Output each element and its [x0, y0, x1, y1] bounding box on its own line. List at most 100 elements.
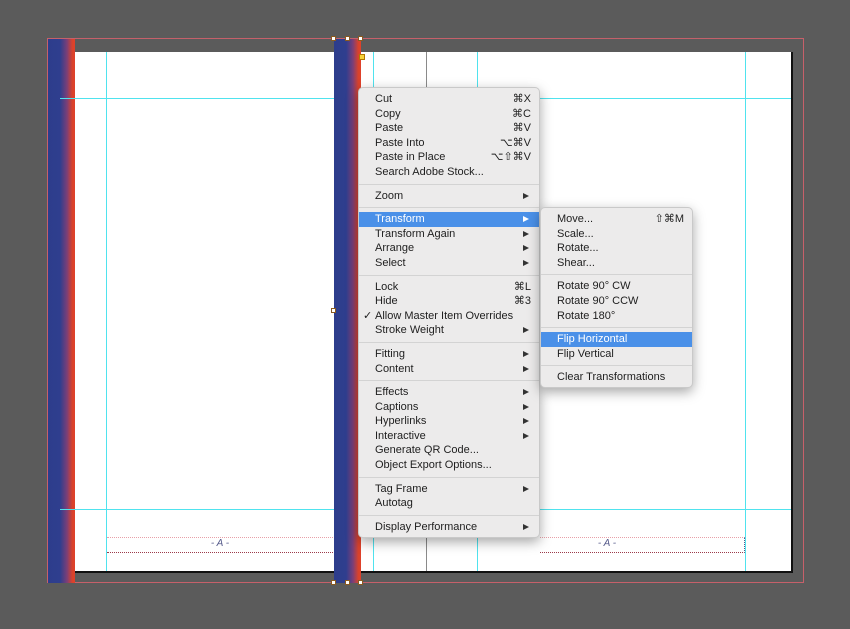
submenu-item-rotate-180[interactable]: Rotate 180° — [541, 309, 692, 324]
handle-top-right[interactable] — [358, 36, 363, 41]
menu-separator — [359, 476, 539, 478]
menu-separator — [359, 183, 539, 185]
menu-item-label: Object Export Options... — [375, 459, 492, 472]
right-page-top-guide — [540, 98, 791, 99]
menu-item-label: Clear Transformations — [557, 371, 666, 384]
menu-separator — [359, 514, 539, 516]
submenu-item-scale[interactable]: Scale... — [541, 227, 692, 242]
left-page-bottom-guide — [60, 509, 334, 510]
menu-item-label: Generate QR Code... — [375, 444, 479, 457]
submenu-arrow-icon — [523, 403, 529, 410]
menu-item-captions[interactable]: Captions — [359, 400, 539, 415]
menu-item-label: Rotate 180° — [557, 309, 616, 322]
content-grabber-handle[interactable] — [359, 54, 365, 60]
left-page[interactable] — [75, 52, 334, 571]
submenu-item-rotate[interactable]: Rotate... — [541, 241, 692, 256]
menu-separator — [359, 380, 539, 382]
right-page-shadow — [361, 571, 793, 573]
checkmark-icon: ✓ — [363, 309, 373, 322]
menu-item-label: Lock — [375, 280, 399, 293]
menu-item-paste-in-place[interactable]: Paste in Place ⌥⇧⌘V — [359, 150, 539, 165]
handle-middle-left[interactable] — [331, 308, 336, 313]
handle-top-center[interactable] — [345, 36, 350, 41]
menu-item-transform-again[interactable]: Transform Again — [359, 227, 539, 242]
submenu-arrow-icon — [523, 216, 529, 223]
menu-item-label: Move... — [557, 213, 594, 225]
menu-item-search-adobe-stock[interactable]: Search Adobe Stock... — [359, 165, 539, 180]
menu-item-hyperlinks[interactable]: Hyperlinks — [359, 414, 539, 429]
menu-item-arrange[interactable]: Arrange — [359, 241, 539, 256]
menu-item-label: Paste in Place — [375, 151, 446, 164]
submenu-arrow-icon — [523, 327, 529, 334]
menu-item-paste-into[interactable]: Paste Into ⌥⌘V — [359, 136, 539, 151]
shortcut: ⌘X — [512, 93, 531, 105]
selected-gradient-rectangle[interactable] — [334, 39, 361, 583]
menu-item-stroke-weight[interactable]: Stroke Weight — [359, 323, 539, 338]
menu-item-label: Rotate... — [557, 242, 599, 255]
menu-item-copy[interactable]: Copy ⌘C — [359, 107, 539, 122]
left-page-top-guide — [60, 98, 334, 99]
menu-item-lock[interactable]: Lock ⌘L — [359, 280, 539, 295]
submenu-arrow-icon — [523, 523, 529, 530]
menu-item-transform[interactable]: Transform — [359, 212, 539, 227]
transform-submenu: Move... ⇧⌘M Scale... Rotate... Shear... R… — [540, 207, 693, 388]
handle-bottom-right[interactable] — [358, 580, 363, 585]
menu-item-label: Display Performance — [375, 520, 478, 533]
shortcut: ⌘3 — [513, 295, 531, 308]
submenu-arrow-icon — [523, 418, 529, 425]
handle-top-left[interactable] — [331, 36, 336, 41]
menu-item-label: Select — [375, 256, 406, 269]
submenu-item-rotate-90-cw[interactable]: Rotate 90° CW — [541, 279, 692, 294]
menu-item-label: Flip Horizontal — [557, 333, 628, 346]
menu-item-label: Scale... — [557, 227, 594, 240]
menu-item-effects[interactable]: Effects — [359, 385, 539, 400]
menu-item-label: Hyperlinks — [375, 415, 427, 428]
menu-item-hide[interactable]: Hide ⌘3 — [359, 294, 539, 309]
submenu-item-shear[interactable]: Shear... — [541, 256, 692, 271]
menu-separator — [541, 274, 692, 276]
submenu-item-flip-vertical[interactable]: Flip Vertical — [541, 347, 692, 362]
submenu-item-rotate-90-ccw[interactable]: Rotate 90° CCW — [541, 294, 692, 309]
menu-item-label: Stroke Weight — [375, 324, 444, 337]
menu-item-cut[interactable]: Cut ⌘X — [359, 92, 539, 107]
menu-item-fitting[interactable]: Fitting — [359, 347, 539, 362]
shortcut: ⇧⌘M — [654, 213, 684, 225]
menu-item-label: Hide — [375, 295, 398, 308]
left-page-marker: - A - — [210, 538, 230, 549]
context-menu: Cut ⌘X Copy ⌘C Paste ⌘V Paste Into ⌥⌘V Paste… — [358, 87, 540, 538]
menu-item-select[interactable]: Select — [359, 256, 539, 271]
shortcut: ⌥⌘V — [499, 136, 531, 149]
shortcut: ⌥⇧⌘V — [490, 151, 531, 164]
menu-item-display-performance[interactable]: Display Performance — [359, 520, 539, 535]
menu-item-label: Paste Into — [375, 136, 425, 149]
menu-separator — [541, 365, 692, 367]
right-page-shadow-edge — [791, 52, 793, 573]
submenu-arrow-icon — [523, 350, 529, 357]
submenu-item-clear-transformations[interactable]: Clear Transformations — [541, 370, 692, 385]
left-footer-frame[interactable]: - A - — [107, 537, 333, 553]
menu-item-content[interactable]: Content — [359, 362, 539, 377]
menu-separator — [359, 274, 539, 276]
submenu-item-flip-horizontal[interactable]: Flip Horizontal — [541, 332, 692, 347]
menu-item-label: Content — [375, 362, 414, 375]
menu-item-label: Transform — [375, 213, 425, 226]
right-page-marker: - A - — [597, 538, 617, 549]
right-footer-frame[interactable]: - A - — [540, 537, 745, 553]
submenu-arrow-icon — [523, 485, 529, 492]
left-page-margin-guide — [106, 52, 107, 571]
menu-item-generate-qr-code[interactable]: Generate QR Code... — [359, 443, 539, 458]
submenu-item-move[interactable]: Move... ⇧⌘M — [541, 212, 692, 227]
menu-item-allow-master-item-overrides[interactable]: ✓ Allow Master Item Overrides — [359, 309, 539, 324]
handle-bottom-center[interactable] — [345, 580, 350, 585]
menu-item-zoom[interactable]: Zoom — [359, 189, 539, 204]
menu-item-label: Shear... — [557, 256, 595, 269]
menu-item-object-export-options[interactable]: Object Export Options... — [359, 458, 539, 473]
menu-item-paste[interactable]: Paste ⌘V — [359, 121, 539, 136]
handle-bottom-left[interactable] — [331, 580, 336, 585]
left-gradient-rectangle[interactable] — [48, 39, 75, 583]
menu-item-autotag[interactable]: Autotag — [359, 496, 539, 511]
submenu-arrow-icon — [523, 259, 529, 266]
menu-item-label: Allow Master Item Overrides — [375, 309, 514, 322]
menu-item-interactive[interactable]: Interactive — [359, 429, 539, 444]
menu-item-tag-frame[interactable]: Tag Frame — [359, 482, 539, 497]
